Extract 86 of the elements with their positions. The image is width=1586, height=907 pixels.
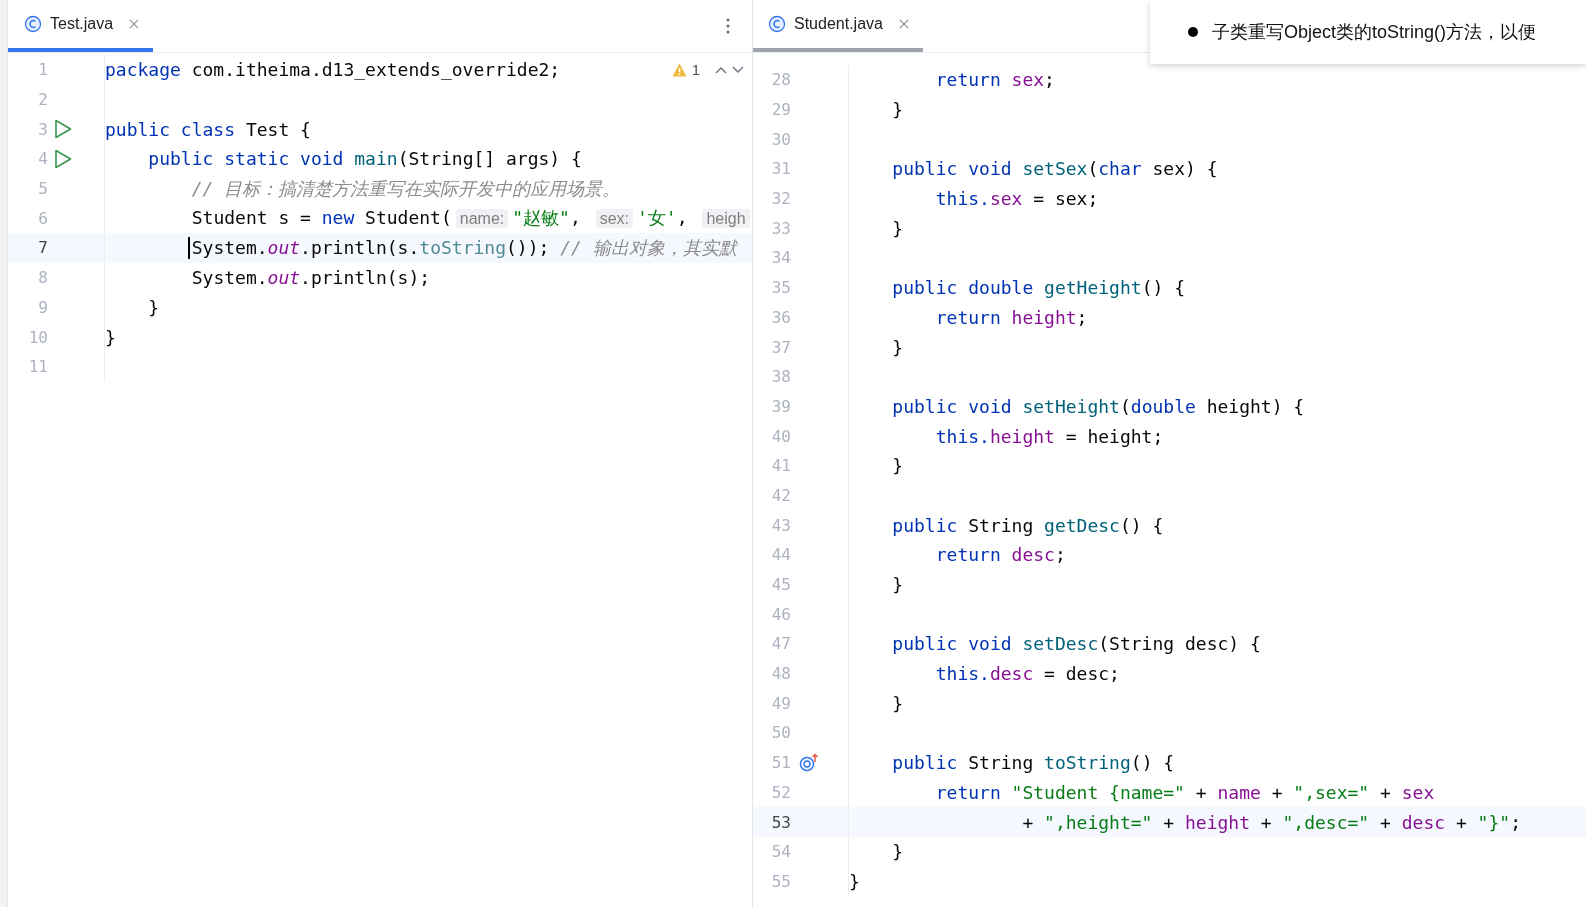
code-line: }: [105, 326, 116, 348]
code-line: // 目标：搞清楚方法重写在实际开发中的应用场景。: [191, 176, 621, 201]
line-number: 32: [770, 189, 791, 209]
line-number: 5: [37, 179, 48, 199]
line-number: 4: [37, 149, 48, 169]
line-number: 53: [770, 812, 791, 832]
code-line: }: [892, 692, 904, 714]
override-icon[interactable]: [799, 752, 819, 773]
code-line: System.out.println(s);: [191, 267, 431, 289]
code-line: public void setHeight(double height) {: [892, 395, 1305, 417]
line-number: 44: [770, 545, 791, 565]
editor-tab[interactable]: Student.java: [753, 0, 923, 52]
line-number: 52: [770, 782, 791, 802]
line-number: 49: [770, 693, 791, 713]
code-line: }: [892, 336, 904, 358]
line-number: 28: [770, 70, 791, 90]
line-number: 1: [37, 60, 48, 80]
code-line: public String getDesc() {: [892, 514, 1164, 536]
class-icon: [24, 15, 42, 33]
line-number: 2: [37, 90, 48, 110]
code-line: this.sex = sex;: [935, 188, 1099, 210]
line-number: 7: [37, 238, 48, 258]
code-line: }: [849, 870, 860, 892]
line-number: 9: [37, 297, 48, 317]
code-line: return sex;: [935, 69, 1055, 91]
line-number: 43: [770, 515, 791, 535]
text-cursor: [187, 236, 190, 259]
code-line: }: [892, 841, 904, 863]
close-icon[interactable]: [898, 19, 909, 29]
run-icon[interactable]: [54, 119, 72, 140]
code-line: }: [892, 217, 904, 239]
line-number: 6: [37, 208, 48, 228]
class-icon: [768, 15, 786, 33]
warning-count: 1: [691, 61, 700, 78]
code-line: return height;: [935, 306, 1088, 328]
line-number: 41: [770, 456, 791, 476]
code-line: public void setSex(char sex) {: [892, 158, 1218, 180]
code-line: return desc;: [935, 544, 1066, 566]
line-number: 35: [770, 278, 791, 298]
line-number: 42: [770, 485, 791, 505]
code-line: }: [892, 455, 904, 477]
line-number: 48: [770, 664, 791, 684]
line-number: 11: [27, 357, 48, 377]
line-number: 55: [770, 871, 791, 891]
line-number: 54: [770, 842, 791, 862]
line-number: 50: [770, 723, 791, 743]
chevron-up-icon[interactable]: [715, 65, 727, 74]
editor-tab[interactable]: Test.java: [8, 0, 154, 52]
line-number: 51: [770, 753, 791, 773]
line-number: 38: [770, 367, 791, 387]
line-number: 36: [770, 307, 791, 327]
code-line: }: [892, 99, 904, 121]
run-icon[interactable]: [54, 148, 72, 169]
line-number: 47: [770, 634, 791, 654]
line-number: 10: [27, 327, 48, 347]
line-number: 30: [770, 129, 791, 149]
code-line: this.height = height;: [935, 425, 1164, 447]
line-number: 33: [770, 218, 791, 238]
code-line: + ",height=" + height + ",desc=" + desc + "}";: [1022, 811, 1521, 833]
code-line: public class Test {: [105, 118, 311, 140]
chevron-down-icon[interactable]: [732, 65, 744, 74]
code-line: public String toString() {: [892, 752, 1175, 774]
note-text: 子类重写Object类的toString()方法，以便: [1212, 21, 1537, 44]
code-line: this.desc = desc;: [935, 663, 1120, 685]
code-line: package com.itheima.d13_extends_override2;: [105, 59, 561, 81]
code-line: System.out.println(s.toString()); // 输出对象，其实默: [191, 235, 737, 260]
bullet-icon: [1188, 27, 1198, 37]
code-line: Student s = new Student( name: "赵敏", sex: '女', heigh: [191, 206, 752, 231]
code-line: public double getHeight() {: [892, 277, 1185, 299]
line-number: 31: [770, 159, 791, 179]
more-icon[interactable]: [726, 18, 730, 34]
code-line: }: [148, 296, 160, 318]
code-line: public static void main(String[] args) {: [148, 148, 582, 170]
code-line: public void setDesc(String desc) {: [892, 633, 1261, 655]
line-number: 34: [770, 248, 791, 268]
code-line: return "Student {name=" + name + ",sex=" + sex: [935, 781, 1435, 803]
line-number: 37: [770, 337, 791, 357]
line-number: 45: [770, 575, 791, 595]
line-number: 3: [37, 119, 48, 139]
line-number: 39: [770, 396, 791, 416]
line-number: 29: [770, 100, 791, 120]
line-number: 40: [770, 426, 791, 446]
close-icon[interactable]: [129, 19, 140, 29]
line-number: 8: [37, 268, 48, 288]
code-line: }: [892, 574, 904, 596]
line-number: 46: [770, 604, 791, 624]
